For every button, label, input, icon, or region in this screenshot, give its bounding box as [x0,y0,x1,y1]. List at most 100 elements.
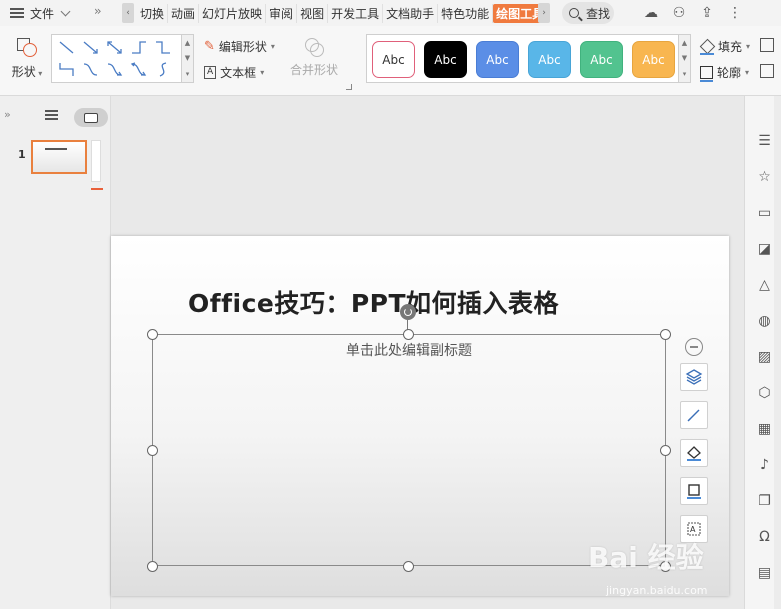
style-swatch-black[interactable]: Abc [424,41,467,78]
subtitle-placeholder-box[interactable]: 单击此处编辑副标题 [152,334,666,566]
merge-shape-icon [303,36,325,58]
tab-scroll-left-button[interactable]: ‹ [122,3,134,23]
insert-shape-button[interactable]: 形状 [10,36,44,86]
subtitle-placeholder[interactable]: 单击此处编辑副标题 [153,340,665,360]
more-options-icon[interactable]: ⋮ [726,4,744,22]
caret-down-icon: ▾ [260,68,265,77]
outline-label: 轮廓 [717,66,742,80]
merge-shape-button[interactable]: 合并形状 [290,36,338,78]
copy-icon[interactable]: ❐ [756,492,773,509]
styles-gallery-scroll[interactable]: ▲ ▼ ▾ [679,34,691,83]
style-swatch-orange[interactable]: Abc [632,41,675,78]
tab-doc-assistant[interactable]: 文档助手 [383,4,439,23]
shapes-panel-icon[interactable]: ◪ [756,240,773,257]
line-shapes-gallery[interactable] [51,34,182,83]
file-menu[interactable]: 文件 [10,4,71,22]
palette-icon[interactable]: ◍ [756,312,773,329]
expand-pane-icon[interactable]: ›› [4,108,11,121]
resize-handle-bottom-left[interactable] [147,561,158,572]
textbox-label: 文本框 [220,66,257,80]
textbox-icon: A [204,66,217,79]
resize-handle-bottom[interactable] [403,561,414,572]
cloud-icon[interactable]: ☁ [642,4,660,22]
file-menu-label: 文件 [30,6,55,21]
collapse-toolbar-icon[interactable] [685,338,703,356]
resize-handle-left[interactable] [147,445,158,456]
tab-review[interactable]: 审阅 [266,4,298,23]
slide-view-toggle[interactable] [74,108,108,127]
outline-view-icon[interactable] [45,110,60,122]
watermark-url: jingyan.baidu.com [606,584,708,597]
ribbon-tabs: 切换 动画 幻灯片放映 审阅 视图 开发工具 文档助手 特色功能 绘图工具 [137,4,548,23]
outline-icon [699,66,713,82]
shape-styles-gallery: Abc Abc Abc Abc Abc Abc [366,34,679,83]
search-label: 查找 [586,6,611,21]
tab-slideshow[interactable]: 幻灯片放映 [199,4,267,23]
ribbon-toolbar: 形状 ▲▼▾ ✎ 编辑形状 ▾ A 文本框 ▾ [0,26,781,96]
arrange-icon[interactable] [760,64,774,78]
hamburger-icon [10,8,24,18]
tab-developer[interactable]: 开发工具 [328,4,384,23]
slide-title[interactable]: Office技巧：PPT如何插入表格 [188,284,559,320]
line-shapes-icons [59,41,170,77]
star-shape-icon[interactable]: ☆ [756,168,773,185]
rotate-handle-icon[interactable] [400,304,416,320]
search-button[interactable]: 查找 [562,2,614,24]
tab-features[interactable]: 特色功能 [438,4,494,23]
hexagon-icon[interactable]: ⬡ [756,384,773,401]
resize-handle-right[interactable] [660,445,671,456]
resize-handle-top-right[interactable] [660,329,671,340]
tab-transition[interactable]: 切换 [137,4,169,23]
more-tabs-icon[interactable]: ›› [94,4,101,18]
shape-effects-icon[interactable] [760,38,774,52]
thumbnail-scrollbar[interactable] [91,140,101,182]
fill-bucket-icon [700,40,714,55]
insert-shape-label: 形状 [12,63,43,80]
tab-animation[interactable]: 动画 [168,4,200,23]
layers-icon [685,369,703,385]
dialog-launcher-icon[interactable] [346,84,352,90]
resize-handle-top-left[interactable] [147,329,158,340]
fill-tool-button[interactable] [680,439,708,467]
outline-button[interactable]: 轮廓 ▾ [699,64,749,82]
slide-thumbnail[interactable] [31,140,87,174]
style-swatch-green[interactable]: Abc [580,41,623,78]
thumbnail-insert-marker [91,188,103,190]
style-swatch-blue[interactable]: Abc [476,41,519,78]
chevron-down-icon [60,6,71,16]
layers-button[interactable] [680,363,708,391]
tab-scroll-right-button[interactable]: › [538,3,550,23]
tab-view[interactable]: 视图 [297,4,329,23]
edit-shape-button[interactable]: ✎ 编辑形状 ▾ [204,38,275,55]
audio-icon[interactable]: ♪ [756,456,773,473]
line-gallery-scroll[interactable]: ▲ ▼ ▾ [182,34,194,83]
style-swatch-sky[interactable]: Abc [528,41,571,78]
slide-number: 1 [18,148,26,161]
edit-shape-label: 编辑形状 [218,40,267,54]
slide-thumbnail-pane: ›› 1 [0,96,111,609]
merge-shape-label: 合并形状 [290,63,339,77]
textbox-button[interactable]: A 文本框 ▾ [204,64,264,81]
share-icon[interactable]: ⇪ [698,4,716,22]
pen-button[interactable] [680,401,708,429]
right-scrollbar[interactable] [774,96,781,609]
pen-icon [687,409,700,422]
properties-sliders-icon[interactable]: ☰ [756,132,773,149]
style-swatch-white[interactable]: Abc [372,41,415,78]
template-icon[interactable]: ▤ [756,564,773,581]
resize-handle-top[interactable] [403,329,414,340]
edit-shape-icon: ✎ [204,39,215,54]
top-right-icons: ☁ ⚇ ⇪ ⋮ [642,4,744,22]
add-user-icon[interactable]: ⚇ [670,4,688,22]
outline-tool-button[interactable] [680,477,708,505]
slide-transition-icon[interactable]: ▭ [756,204,773,221]
table-icon[interactable]: ▦ [756,420,773,437]
fill-button[interactable]: 填充 ▾ [700,38,750,55]
animation-icon[interactable]: △ [756,276,773,293]
image-icon[interactable]: ▨ [756,348,773,365]
search-icon [569,8,579,18]
slide-view-icon [84,112,98,123]
omega-symbol-icon[interactable]: Ω [756,528,773,545]
editing-canvas: Office技巧：PPT如何插入表格 单击此处编辑副标题 A [111,96,744,609]
shapes-icon [15,36,39,58]
